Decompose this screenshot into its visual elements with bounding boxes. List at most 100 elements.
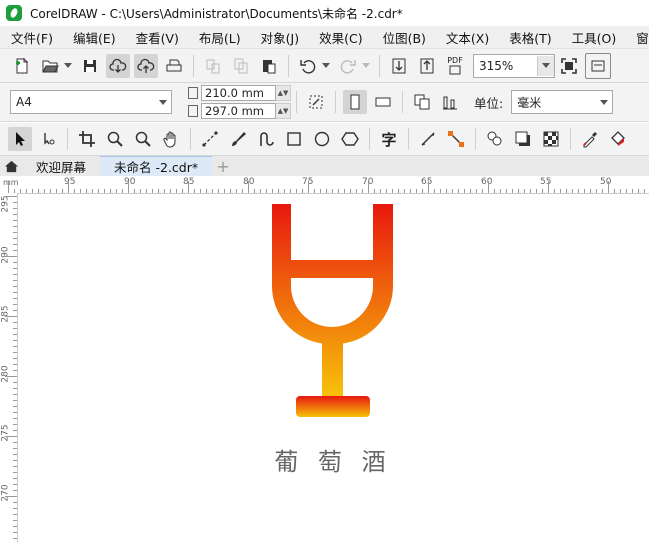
ruler-tick	[554, 189, 555, 193]
ruler-tick	[626, 189, 627, 193]
tab-untitled-document[interactable]: 未命名 -2.cdr*	[100, 156, 213, 176]
vertical-ruler[interactable]: 295 290 285 280 275 270	[0, 193, 18, 542]
window-title: CorelDRAW - C:\Users\Administrator\Docum…	[30, 6, 403, 21]
page-width-field[interactable]: 210.0 mm	[201, 85, 276, 101]
menu-edit[interactable]: 编辑(E)	[62, 28, 125, 47]
all-pages-icon[interactable]	[410, 90, 434, 114]
zoom-dropdown-button[interactable]	[537, 55, 554, 76]
print-icon[interactable]	[162, 54, 186, 78]
ruler-tick	[32, 189, 33, 193]
full-screen-preview-icon[interactable]	[557, 54, 581, 78]
menu-object[interactable]: 对象(J)	[250, 28, 308, 47]
ruler-label: 50	[600, 177, 612, 187]
ruler-tick	[590, 189, 591, 193]
import-icon[interactable]	[387, 54, 411, 78]
ruler-tick	[13, 538, 17, 539]
undo-dropdown-arrow[interactable]	[322, 63, 330, 68]
document-tabs: 欢迎屏幕 未命名 -2.cdr* +	[0, 156, 649, 176]
menu-effects[interactable]: 效果(C)	[308, 28, 371, 47]
cut-icon[interactable]	[201, 54, 225, 78]
redo-icon[interactable]	[336, 54, 360, 78]
cloud-export-icon[interactable]	[134, 53, 158, 78]
zoom-out-tool-icon[interactable]	[131, 127, 155, 151]
new-document-icon[interactable]	[10, 54, 34, 78]
copy-icon[interactable]	[229, 54, 253, 78]
menu-view[interactable]: 查看(V)	[125, 28, 188, 47]
blend-tool-icon[interactable]	[483, 127, 507, 151]
ruler-tick	[62, 189, 63, 193]
menu-bitmaps[interactable]: 位图(B)	[372, 28, 435, 47]
drawing-canvas[interactable]: 葡 萄 酒	[18, 194, 649, 542]
smart-drawing-tool-icon[interactable]	[254, 127, 278, 151]
units-select[interactable]: 毫米	[511, 90, 614, 114]
drop-shadow-tool-icon[interactable]	[511, 127, 535, 151]
rectangle-tool-icon[interactable]	[282, 127, 306, 151]
ellipse-tool-icon[interactable]	[310, 127, 334, 151]
export-icon[interactable]	[415, 54, 439, 78]
pan-tool-icon[interactable]	[159, 127, 183, 151]
ruler-tick	[13, 292, 17, 293]
options-icon[interactable]	[585, 52, 611, 79]
zoom-level-combo[interactable]: 315%	[473, 53, 555, 78]
ruler-tick	[332, 189, 333, 193]
connector-tool-icon[interactable]	[444, 127, 468, 151]
height-spinner[interactable]: ▲▼	[276, 103, 291, 119]
save-icon[interactable]	[78, 54, 102, 78]
page-height-field[interactable]: 297.0 mm	[201, 103, 276, 119]
tab-welcome-screen[interactable]: 欢迎屏幕	[22, 156, 100, 176]
artistic-media-tool-icon[interactable]	[226, 127, 250, 151]
redo-dropdown-arrow[interactable]	[362, 63, 370, 68]
wine-title-text[interactable]: 葡 萄 酒	[274, 448, 391, 476]
ruler-tick	[434, 189, 435, 193]
portrait-icon[interactable]	[343, 90, 367, 114]
cloud-import-icon[interactable]	[106, 53, 130, 78]
home-icon[interactable]	[0, 156, 22, 176]
parallel-dimension-tool-icon[interactable]	[416, 127, 440, 151]
current-page-icon[interactable]	[438, 90, 462, 114]
landscape-icon[interactable]	[371, 90, 395, 114]
paste-icon[interactable]	[257, 54, 281, 78]
wine-glass-artwork[interactable]: 葡 萄 酒	[18, 194, 649, 542]
menu-layout[interactable]: 布局(L)	[188, 28, 250, 47]
ruler-tick	[13, 328, 17, 329]
horizontal-ruler[interactable]: mm 95 90 85 80 75 70 65 60 55 50	[0, 176, 649, 194]
freehand-tool-icon[interactable]	[198, 127, 222, 151]
publish-pdf-icon[interactable]: PDF	[443, 54, 467, 78]
add-tab-icon[interactable]: +	[212, 156, 234, 176]
eyedropper-tool-icon[interactable]	[578, 127, 602, 151]
pdf-label: PDF	[447, 56, 463, 65]
ruler-tick	[524, 189, 525, 193]
pick-tool-icon[interactable]	[8, 127, 32, 151]
ruler-tick	[572, 189, 573, 193]
scale-page-icon[interactable]	[304, 90, 328, 114]
open-folder-icon[interactable]	[38, 54, 62, 78]
transparency-tool-icon[interactable]	[539, 127, 563, 151]
ruler-tick	[13, 208, 17, 209]
menu-window[interactable]: 窗	[625, 28, 649, 47]
page-size-select[interactable]: A4	[10, 90, 172, 114]
ruler-tick	[212, 189, 213, 193]
ruler-tick	[422, 189, 423, 193]
ruler-tick	[200, 189, 201, 193]
crop-tool-icon[interactable]	[75, 127, 99, 151]
menu-file[interactable]: 文件(F)	[0, 28, 62, 47]
polygon-tool-icon[interactable]	[338, 127, 362, 151]
height-icon	[188, 105, 198, 117]
ruler-tick	[350, 189, 351, 193]
text-tool-icon[interactable]: 字	[377, 127, 401, 151]
zoom-tool-icon[interactable]	[103, 127, 127, 151]
menu-text[interactable]: 文本(X)	[435, 28, 498, 47]
ruler-tick	[13, 244, 17, 245]
ruler-tick	[13, 340, 17, 341]
wine-glass-shape[interactable]	[271, 204, 394, 417]
open-dropdown-arrow[interactable]	[64, 63, 72, 68]
shape-tool-icon[interactable]	[36, 127, 60, 151]
ruler-tick	[13, 400, 17, 401]
ruler-tick	[13, 424, 17, 425]
ruler-tick	[13, 382, 17, 383]
menu-tools[interactable]: 工具(O)	[561, 28, 626, 47]
width-spinner[interactable]: ▲▼	[276, 85, 291, 101]
menu-table[interactable]: 表格(T)	[498, 28, 560, 47]
undo-icon[interactable]	[296, 54, 320, 78]
interactive-fill-tool-icon[interactable]	[606, 127, 630, 151]
